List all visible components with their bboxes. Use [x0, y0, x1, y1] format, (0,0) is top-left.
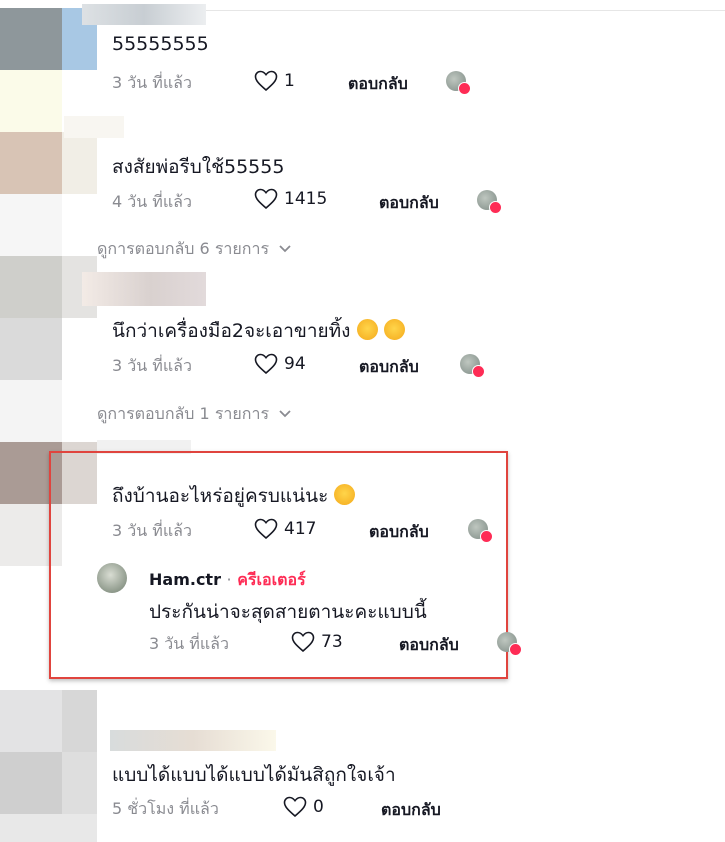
- comment-text: แบบได้แบบได้แบบได้มันสิถูกใจเจ้า: [112, 764, 396, 786]
- censored-username-3: [82, 272, 206, 306]
- creator-avatar-heart-icon: [460, 354, 485, 378]
- creator-reply-text: ประกันน่าจะสุดสายตานะคะแบบนี้: [149, 601, 427, 623]
- heart-outline-icon: [291, 631, 315, 653]
- comment-time: 3 วัน ที่แล้ว: [112, 521, 192, 540]
- censored-username-2: [64, 116, 124, 138]
- top-divider: [206, 10, 725, 11]
- like-count: 1415: [284, 189, 328, 209]
- creator-username-line: Ham.ctr · ครีเอเตอร์: [149, 568, 306, 593]
- heart-outline-icon: [283, 796, 307, 818]
- chevron-down-icon: [279, 245, 291, 253]
- like-count: 1: [284, 71, 295, 91]
- comment-text: สงสัยพ่อรีบใช้55555: [112, 156, 285, 178]
- creator-avatar-heart-icon: [468, 519, 493, 543]
- creator-avatar-heart-icon: [446, 71, 471, 95]
- comment-time: 5 ชั่วโมง ที่แล้ว: [112, 799, 219, 818]
- comment-time: 3 วัน ที่แล้ว: [112, 73, 192, 92]
- comment-time: 4 วัน ที่แล้ว: [112, 192, 192, 211]
- view-replies-label: ดูการตอบกลับ 1 รายการ: [97, 404, 270, 423]
- comment-text-content: นึกว่าเครื่องมือ2จะเอาขายทิ้ง: [112, 320, 351, 342]
- laughing-emoji-icon: [334, 484, 356, 505]
- heart-outline-icon: [254, 188, 278, 210]
- comment-text: 55555555: [112, 33, 209, 55]
- censored-username-5: [110, 730, 276, 751]
- comment-text-content: ถึงบ้านอะไหร่อยู่ครบแน่นะ: [112, 485, 329, 507]
- like-count: 94: [284, 354, 306, 374]
- rofl-emoji-icon: [380, 316, 408, 343]
- laughing-emoji-icon: [356, 319, 378, 340]
- view-replies-label: ดูการตอบกลับ 6 รายการ: [97, 239, 270, 258]
- reply-button[interactable]: ตอบกลับ: [348, 72, 408, 97]
- comment-text: นึกว่าเครื่องมือ2จะเอาขายทิ้ง: [112, 316, 408, 346]
- censored-username-1: [82, 4, 206, 25]
- reply-button[interactable]: ตอบกลับ: [379, 191, 439, 216]
- creator-avatar-heart-icon: [477, 190, 502, 214]
- reply-button[interactable]: ตอบกลับ: [381, 798, 441, 823]
- heart-outline-icon: [254, 518, 278, 540]
- heart-outline-icon: [254, 70, 278, 92]
- like-button[interactable]: 1415: [254, 188, 327, 210]
- creator-avatar[interactable]: [97, 563, 127, 593]
- like-count: 417: [284, 519, 317, 539]
- reply-button[interactable]: ตอบกลับ: [399, 633, 459, 658]
- creator-reply-time: 3 วัน ที่แล้ว: [149, 634, 229, 653]
- reply-button[interactable]: ตอบกลับ: [359, 355, 419, 380]
- like-button[interactable]: 0: [283, 796, 324, 818]
- reply-button[interactable]: ตอบกลับ: [369, 520, 429, 545]
- like-button[interactable]: 94: [254, 353, 306, 375]
- like-count: 73: [321, 632, 343, 652]
- view-replies-button[interactable]: ดูการตอบกลับ 1 รายการ: [97, 402, 292, 427]
- like-button[interactable]: 1: [254, 70, 295, 92]
- heart-outline-icon: [254, 353, 278, 375]
- chevron-down-icon: [279, 410, 291, 418]
- like-button[interactable]: 417: [254, 518, 316, 540]
- view-replies-button[interactable]: ดูการตอบกลับ 6 รายการ: [97, 237, 292, 262]
- like-count: 0: [313, 797, 324, 817]
- creator-badge: ครีเอเตอร์: [237, 570, 306, 589]
- separator-dot: ·: [226, 570, 232, 589]
- creator-avatar-heart-icon: [497, 632, 522, 656]
- creator-username[interactable]: Ham.ctr: [149, 570, 221, 589]
- comment-time: 3 วัน ที่แล้ว: [112, 356, 192, 375]
- comment-text: ถึงบ้านอะไหร่อยู่ครบแน่นะ: [112, 481, 356, 511]
- like-button[interactable]: 73: [291, 631, 343, 653]
